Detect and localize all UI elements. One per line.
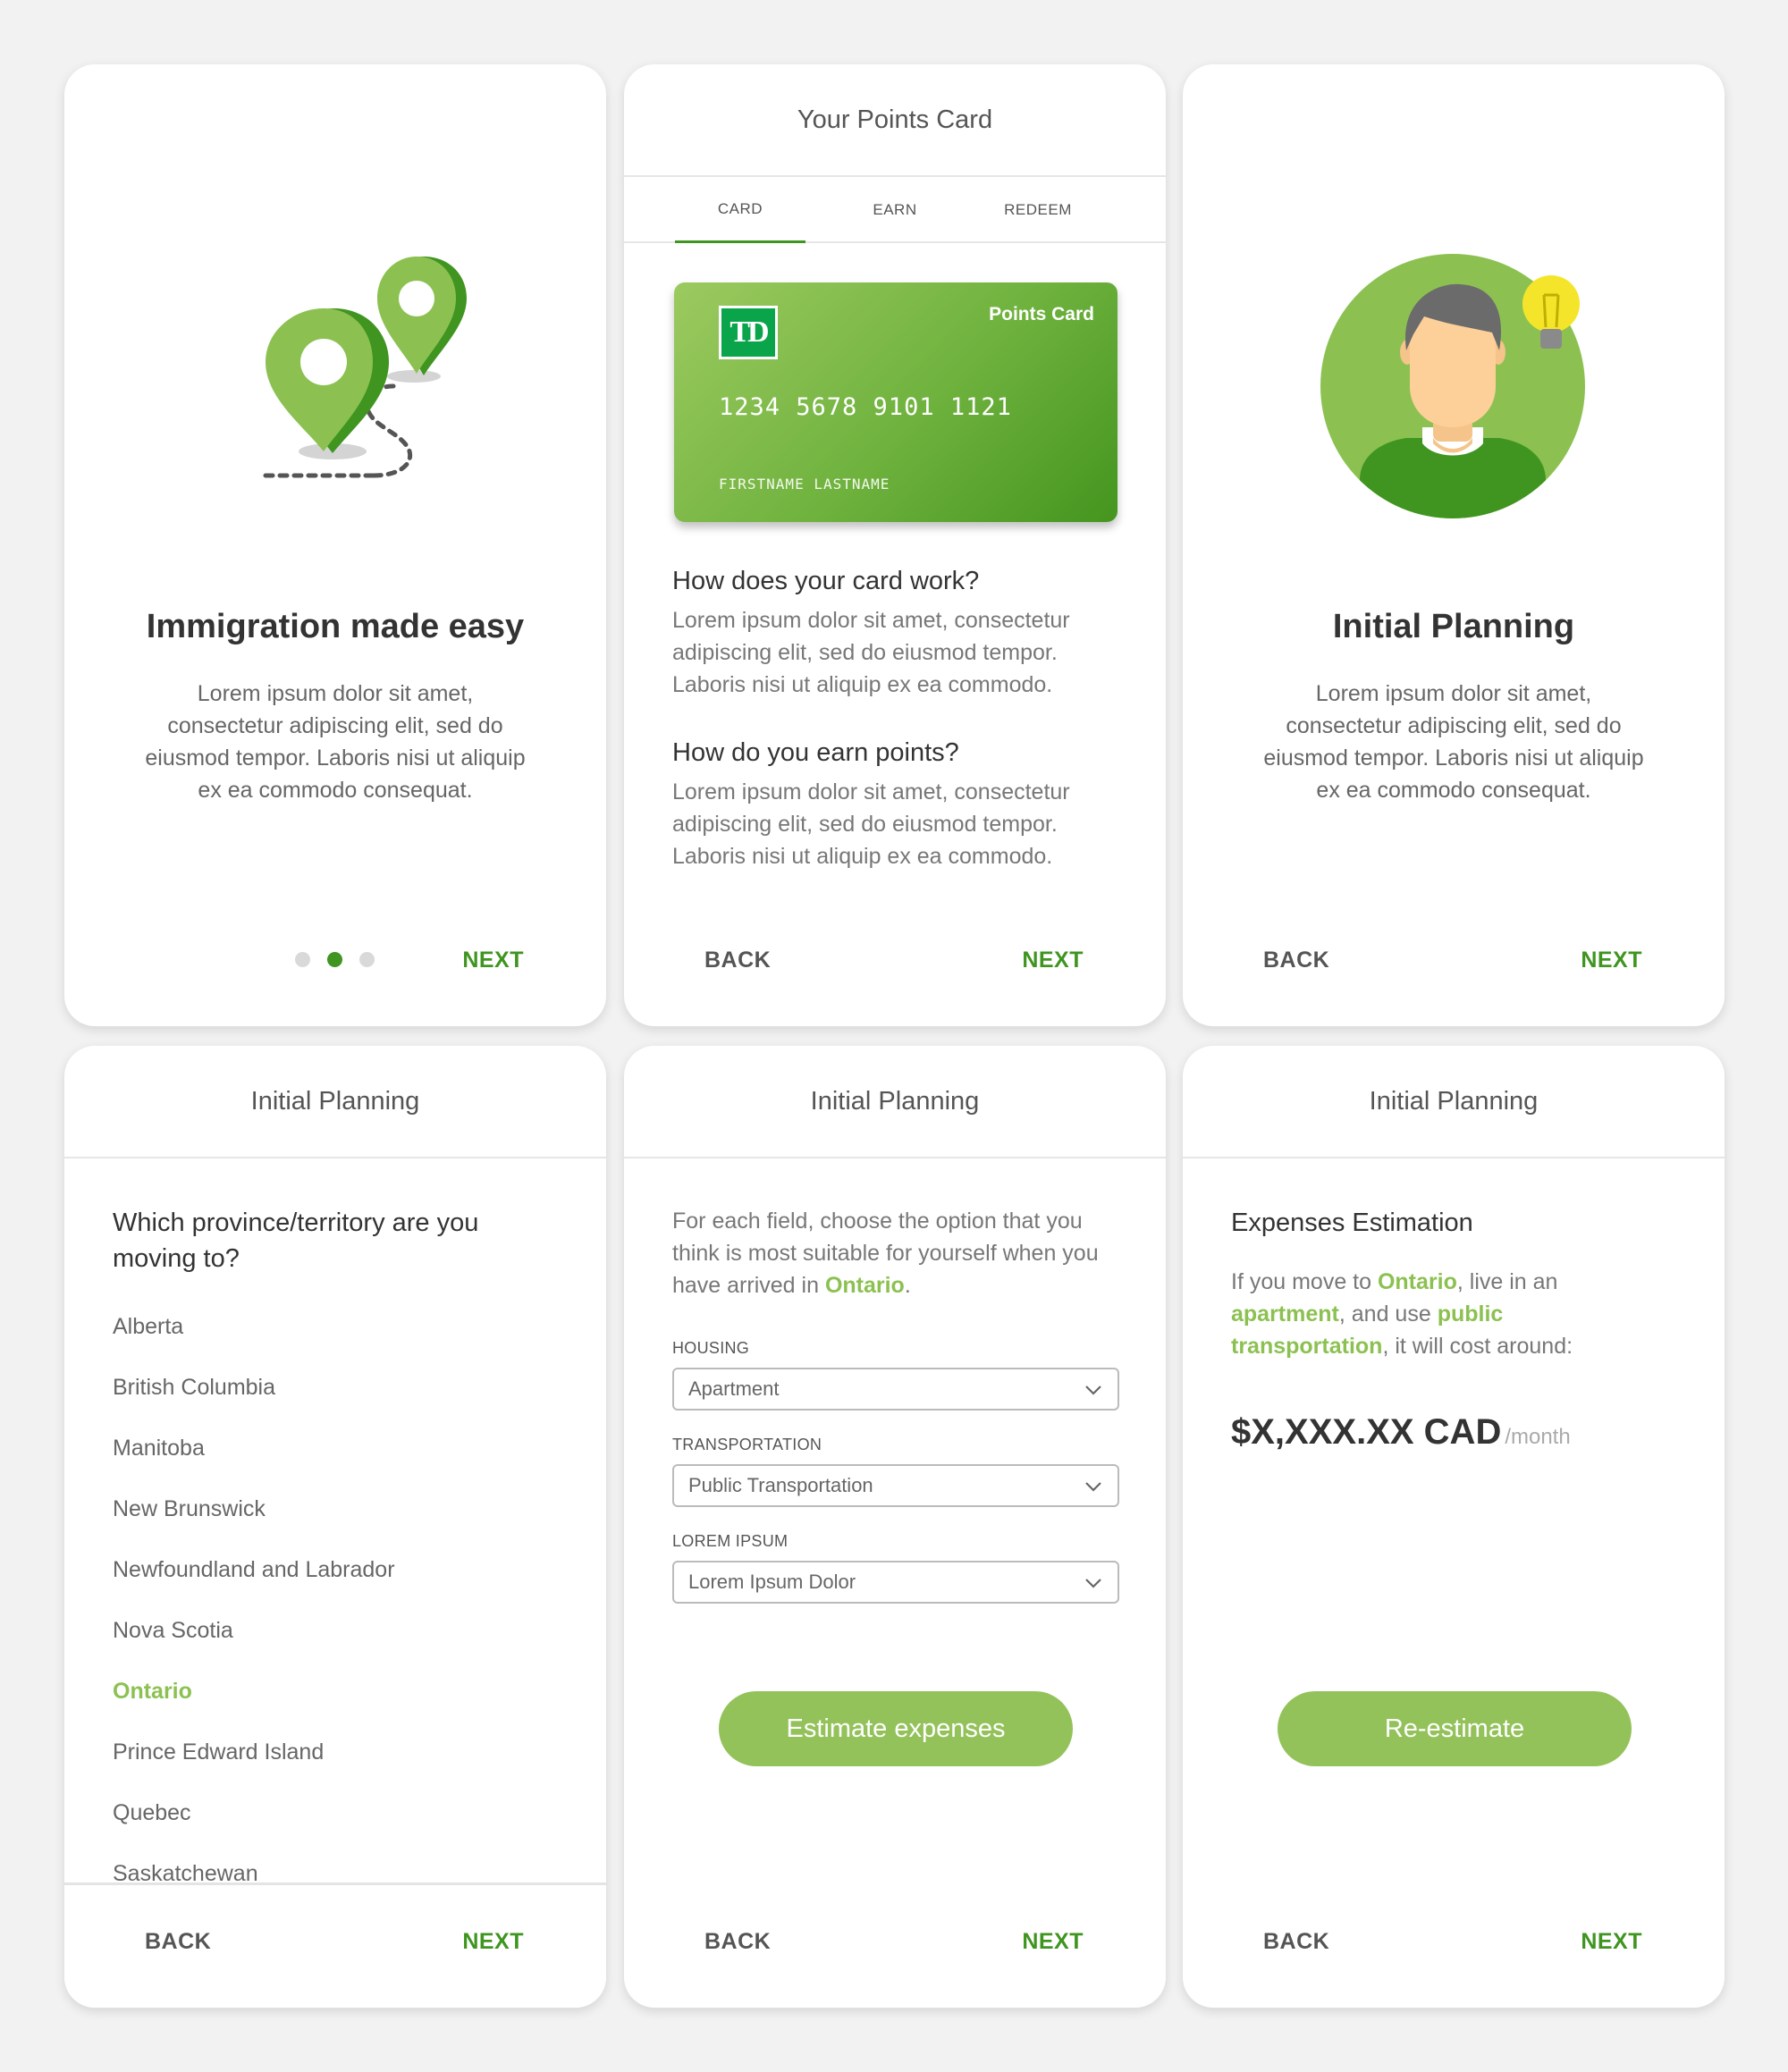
expense-estimation-screen: Initial Planning Expenses Estimation If …	[1183, 1046, 1725, 2008]
card-footer: NEXT	[64, 901, 606, 1026]
page-title: Immigration made easy	[146, 608, 525, 645]
chevron-down-icon	[1085, 1482, 1101, 1492]
lorem-ipsum-label: LOREM IPSUM	[672, 1532, 789, 1550]
pin-shadow-icon	[387, 370, 441, 383]
next-button[interactable]: NEXT	[462, 1929, 524, 1955]
cardholder-name: FIRSTNAME LASTNAME	[719, 476, 890, 493]
screen-header: Initial Planning	[64, 1046, 606, 1158]
card-number: 1234 5678 9101 1121	[719, 393, 1012, 421]
next-button[interactable]: NEXT	[462, 948, 524, 973]
province-option[interactable]: Manitoba	[113, 1436, 205, 1461]
header-title: Your Points Card	[797, 105, 993, 134]
transportation-label: TRANSPORTATION	[672, 1436, 822, 1453]
points-card-graphic: TD Points Card 1234 5678 9101 1121 FIRST…	[674, 282, 1118, 522]
chevron-down-icon	[1085, 1579, 1101, 1588]
back-button[interactable]: BACK	[704, 1929, 771, 1955]
header-title: Initial Planning	[810, 1086, 980, 1116]
onboarding-card-immigration: Immigration made easy Lorem ipsum dolor …	[64, 64, 606, 1026]
lightbulb-icon	[1522, 275, 1580, 333]
province-option-selected[interactable]: Ontario	[113, 1679, 192, 1705]
person-lightbulb-illustration	[1320, 254, 1585, 518]
re-estimate-button[interactable]: Re-estimate	[1278, 1691, 1632, 1766]
points-card-screen: Your Points Card CARD EARN REDEEM TD Poi…	[624, 64, 1166, 1026]
transportation-select[interactable]: Public Transportation	[672, 1464, 1119, 1507]
housing-select[interactable]: Apartment	[672, 1368, 1119, 1411]
card-label: Points Card	[989, 304, 1094, 324]
faq-title: How do you earn points?	[672, 738, 959, 767]
province-option[interactable]: Newfoundland and Labrador	[113, 1557, 395, 1583]
card-footer: BACK NEXT	[624, 1882, 1166, 2008]
province-option[interactable]: Alberta	[113, 1314, 183, 1340]
province-option[interactable]: British Columbia	[113, 1375, 275, 1401]
tab-redeem[interactable]: REDEEM	[973, 177, 1103, 243]
screen-header: Initial Planning	[1183, 1046, 1725, 1158]
province-selection-screen: Initial Planning Which province/territor…	[64, 1046, 606, 2008]
housing-label: HOUSING	[672, 1339, 750, 1357]
province-option[interactable]: Prince Edward Island	[113, 1739, 324, 1765]
card-footer: BACK NEXT	[624, 901, 1166, 1026]
page-dot[interactable]	[295, 952, 310, 967]
back-button[interactable]: BACK	[1263, 948, 1329, 973]
pagination-dots	[295, 952, 375, 967]
instruction-text: For each field, choose the option that y…	[672, 1209, 1099, 1298]
next-button[interactable]: NEXT	[1581, 948, 1642, 973]
estimate-expenses-button[interactable]: Estimate expenses	[719, 1691, 1073, 1766]
card-footer: BACK NEXT	[1183, 901, 1725, 1026]
tab-card[interactable]: CARD	[675, 177, 805, 243]
province-option[interactable]: Nova Scotia	[113, 1618, 233, 1644]
next-button[interactable]: NEXT	[1022, 1929, 1084, 1955]
faq-body: Lorem ipsum dolor sit amet, consectetur …	[672, 779, 1070, 869]
per-month-unit: /month	[1505, 1425, 1571, 1449]
back-button[interactable]: BACK	[704, 948, 771, 973]
tab-earn[interactable]: EARN	[830, 177, 960, 243]
description: Lorem ipsum dolor sit amet, consectetur …	[1263, 681, 1644, 803]
td-logo: TD	[719, 306, 778, 359]
cost-estimate: $X,XXX.XX CAD/month	[1231, 1412, 1571, 1452]
page-dot-active[interactable]	[327, 952, 342, 967]
faq-body: Lorem ipsum dolor sit amet, consectetur …	[672, 608, 1070, 697]
expense-options-screen: Initial Planning For each field, choose …	[624, 1046, 1166, 2008]
map-pins-route-illustration	[258, 257, 467, 478]
header-title: Initial Planning	[250, 1086, 420, 1116]
back-button[interactable]: BACK	[145, 1929, 211, 1955]
footer-divider	[64, 1882, 606, 1885]
lorem-ipsum-select[interactable]: Lorem Ipsum Dolor	[672, 1561, 1119, 1604]
card-footer: BACK NEXT	[1183, 1882, 1725, 2008]
housing-highlight: apartment	[1231, 1301, 1339, 1327]
initial-planning-intro: Initial Planning Lorem ipsum dolor sit a…	[1183, 64, 1725, 1026]
chevron-down-icon	[1085, 1386, 1101, 1395]
tab-bar: CARD EARN REDEEM	[624, 177, 1166, 243]
card-footer: BACK NEXT	[64, 1882, 606, 2008]
page-title: Initial Planning	[1332, 608, 1575, 645]
estimation-summary: If you move to Ontario, live in an apart…	[1231, 1269, 1573, 1359]
page-dot[interactable]	[359, 952, 375, 967]
description: Lorem ipsum dolor sit amet, consectetur …	[145, 681, 526, 803]
question-text: Which province/territory are you moving …	[113, 1209, 479, 1273]
province-highlight: Ontario	[1377, 1269, 1457, 1294]
selected-province-highlight: Ontario	[824, 1273, 905, 1298]
back-button[interactable]: BACK	[1263, 1929, 1329, 1955]
screen-header: Initial Planning	[624, 1046, 1166, 1158]
faq-title: How does your card work?	[672, 567, 980, 595]
header-title: Initial Planning	[1369, 1086, 1539, 1116]
section-title: Expenses Estimation	[1231, 1209, 1473, 1237]
province-option[interactable]: New Brunswick	[113, 1496, 266, 1522]
province-option[interactable]: Quebec	[113, 1800, 191, 1826]
screen-header: Your Points Card	[624, 64, 1166, 177]
next-button[interactable]: NEXT	[1581, 1929, 1642, 1955]
next-button[interactable]: NEXT	[1022, 948, 1084, 973]
